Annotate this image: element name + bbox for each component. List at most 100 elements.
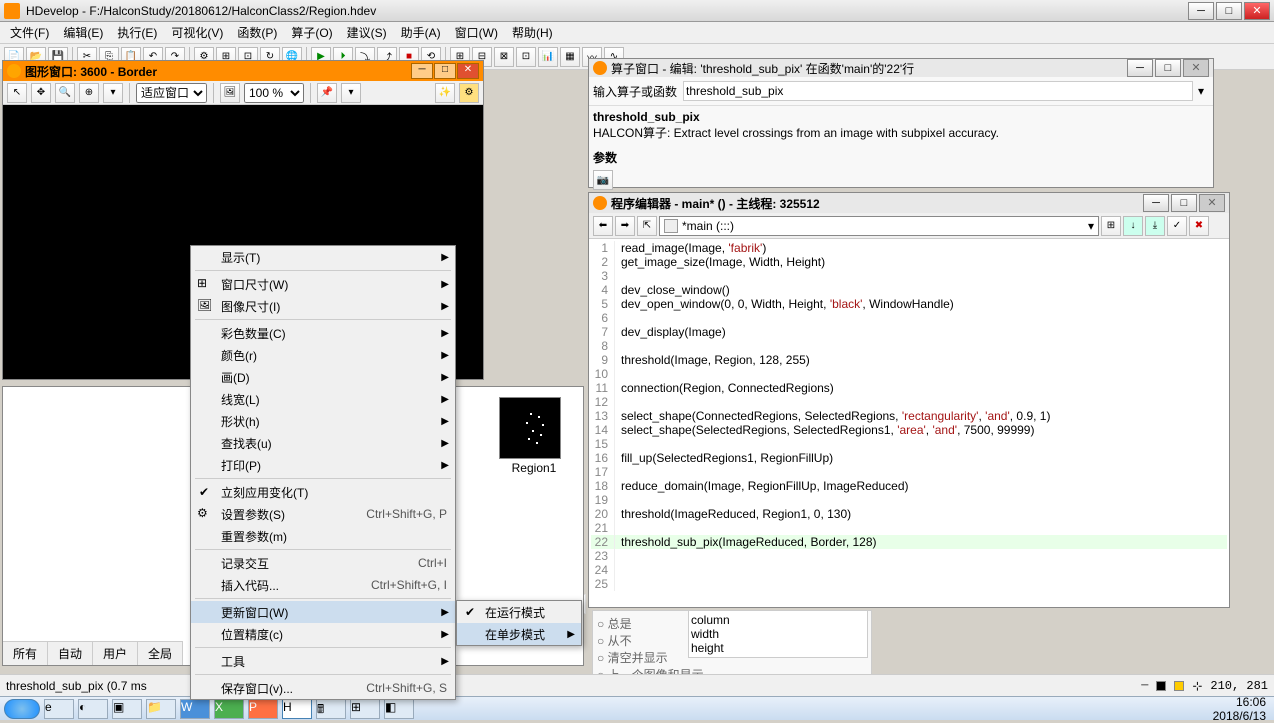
code-line[interactable]: 13select_shape(ConnectedRegions, Selecte… — [591, 409, 1227, 423]
gw-max-button[interactable]: □ — [434, 63, 456, 79]
hist-icon[interactable]: ▦ — [560, 47, 580, 67]
img-icon[interactable]: 🖼 — [220, 83, 240, 103]
code-line[interactable]: 25 — [591, 577, 1227, 591]
start-button[interactable] — [4, 699, 40, 719]
hint-list[interactable]: column width height — [688, 610, 868, 658]
pin-icon[interactable]: 📌 — [317, 83, 337, 103]
tb-hdevelop-icon[interactable]: H — [282, 699, 312, 719]
tb-app2-icon[interactable]: ▣ — [112, 699, 142, 719]
ctx-apply[interactable]: ✔立刻应用变化(T) — [191, 481, 455, 503]
ctx-color[interactable]: 颜色(r)▶ — [191, 344, 455, 366]
op-close-button[interactable]: ✕ — [1183, 59, 1209, 77]
tb-excel-icon[interactable]: X — [214, 699, 244, 719]
code-line[interactable]: 6 — [591, 311, 1227, 325]
close-button[interactable]: ✕ — [1244, 2, 1270, 20]
tab-auto[interactable]: 自动 — [48, 642, 93, 665]
pt2-icon[interactable]: ↓ — [1123, 216, 1143, 236]
code-line[interactable]: 15 — [591, 437, 1227, 451]
code-line[interactable]: 22threshold_sub_pix(ImageReduced, Border… — [591, 535, 1227, 549]
ctx-wsize[interactable]: ⊞窗口尺寸(W)▶ — [191, 273, 455, 295]
code-line[interactable]: 9threshold(Image, Region, 128, 255) — [591, 353, 1227, 367]
gw-min-button[interactable]: ─ — [411, 63, 433, 79]
code-line[interactable]: 10 — [591, 367, 1227, 381]
fwd-icon[interactable]: ➡ — [615, 216, 635, 236]
ctx-tool[interactable]: 工具▶ — [191, 650, 455, 672]
minimize-button[interactable]: ─ — [1188, 2, 1214, 20]
op-min-button[interactable]: ─ — [1127, 59, 1153, 77]
ctx-display[interactable]: 显示(T)▶ — [191, 246, 455, 268]
menu-help[interactable]: 帮助(H) — [506, 22, 559, 43]
chevron-down-icon[interactable]: ▾ — [1193, 84, 1209, 98]
w4-icon[interactable]: ⊡ — [516, 47, 536, 67]
menu-ass[interactable]: 助手(A) — [395, 22, 447, 43]
code-line[interactable]: 11connection(Region, ConnectedRegions) — [591, 381, 1227, 395]
ctx-print[interactable]: 打印(P)▶ — [191, 454, 455, 476]
menu-file[interactable]: 文件(F) — [4, 22, 55, 43]
ctx-isize[interactable]: 🖼图像尺寸(I)▶ — [191, 295, 455, 317]
prog-max-button[interactable]: □ — [1171, 194, 1197, 212]
code-line[interactable]: 17 — [591, 465, 1227, 479]
tab-user[interactable]: 用户 — [93, 642, 138, 665]
code-line[interactable]: 20threshold(ImageReduced, Region1, 0, 13… — [591, 507, 1227, 521]
menu-sugg[interactable]: 建议(S) — [341, 22, 393, 43]
ctx-insert[interactable]: 插入代码...Ctrl+Shift+G, I — [191, 574, 455, 596]
prog-close-button[interactable]: ✕ — [1199, 194, 1225, 212]
op-max-button[interactable]: □ — [1155, 59, 1181, 77]
code-line[interactable]: 12 — [591, 395, 1227, 409]
pt5-icon[interactable]: ✖ — [1189, 216, 1209, 236]
back-icon[interactable]: ⬅ — [593, 216, 613, 236]
code-line[interactable]: 18reduce_domain(Image, RegionFillUp, Ima… — [591, 479, 1227, 493]
menu-run[interactable]: 执行(E) — [111, 22, 163, 43]
w3-icon[interactable]: ⊠ — [494, 47, 514, 67]
graphic-window-title[interactable]: 图形窗口: 3600 - Border ─ □ ✕ — [3, 61, 483, 81]
prog-min-button[interactable]: ─ — [1143, 194, 1169, 212]
code-line[interactable]: 23 — [591, 549, 1227, 563]
code-line[interactable]: 1read_image(Image, 'fabrik') — [591, 241, 1227, 255]
tab-all[interactable]: 所有 — [3, 642, 48, 665]
maximize-button[interactable]: □ — [1216, 2, 1242, 20]
tab-global[interactable]: 全局 — [138, 642, 183, 665]
ctx-update[interactable]: 更新窗口(W)▶ — [191, 601, 455, 623]
menu-op[interactable]: 算子(O) — [285, 22, 338, 43]
pt3-icon[interactable]: ⤓ — [1145, 216, 1165, 236]
code-area[interactable]: 1read_image(Image, 'fabrik')2get_image_s… — [589, 239, 1229, 607]
dropdown-icon[interactable]: ▾ — [341, 83, 361, 103]
zoomout-icon[interactable]: ▾ — [103, 83, 123, 103]
system-clock[interactable]: 16:06 2018/6/13 — [1213, 695, 1270, 723]
menu-func[interactable]: 函数(P) — [231, 22, 283, 43]
home-icon[interactable]: ⇱ — [637, 216, 657, 236]
op-name-input[interactable] — [683, 81, 1193, 101]
proc-combo[interactable]: *main (:::) ▾ — [659, 216, 1099, 236]
wand-icon[interactable]: ✨ — [435, 83, 455, 103]
tb-ppt-icon[interactable]: P — [248, 699, 278, 719]
ctx-lw[interactable]: 线宽(L)▶ — [191, 388, 455, 410]
tb-explorer-icon[interactable]: 📁 — [146, 699, 176, 719]
sub-step-mode[interactable]: 在单步模式▶ — [457, 623, 581, 645]
code-line[interactable]: 16fill_up(SelectedRegions1, RegionFillUp… — [591, 451, 1227, 465]
gear-icon[interactable]: ⚙ — [459, 83, 479, 103]
tb-calc-icon[interactable]: 🖩 — [316, 699, 346, 719]
ctx-draw[interactable]: 画(D)▶ — [191, 366, 455, 388]
op-titlebar[interactable]: 算子窗口 - 编辑: 'threshold_sub_pix' 在函数'main'… — [589, 59, 1213, 77]
code-line[interactable]: 21 — [591, 521, 1227, 535]
ctx-resetparams[interactable]: 重置参数(m) — [191, 525, 455, 547]
ctx-precision[interactable]: 位置精度(c)▶ — [191, 623, 455, 645]
sub-run-mode[interactable]: ✔在运行模式 — [457, 601, 581, 623]
menu-vis[interactable]: 可视化(V) — [165, 22, 229, 43]
tb-word-icon[interactable]: W — [180, 699, 210, 719]
fit-combo[interactable]: 适应窗口 — [136, 83, 207, 103]
menu-edit[interactable]: 编辑(E) — [57, 22, 109, 43]
code-line[interactable]: 19 — [591, 493, 1227, 507]
tb-ie-icon[interactable]: e — [44, 699, 74, 719]
pt1-icon[interactable]: ⊞ — [1101, 216, 1121, 236]
chart-icon[interactable]: 📊 — [538, 47, 558, 67]
code-line[interactable]: 24 — [591, 563, 1227, 577]
ctx-record[interactable]: 记录交互Ctrl+I — [191, 552, 455, 574]
code-line[interactable]: 8 — [591, 339, 1227, 353]
cursor-icon[interactable]: ↖ — [7, 83, 27, 103]
menu-win[interactable]: 窗口(W) — [449, 22, 504, 43]
magnify-icon[interactable]: ⊕ — [79, 83, 99, 103]
tb-app3-icon[interactable]: ⊞ — [350, 699, 380, 719]
move-icon[interactable]: ✥ — [31, 83, 51, 103]
variable-thumb[interactable]: Region1 — [499, 397, 569, 475]
